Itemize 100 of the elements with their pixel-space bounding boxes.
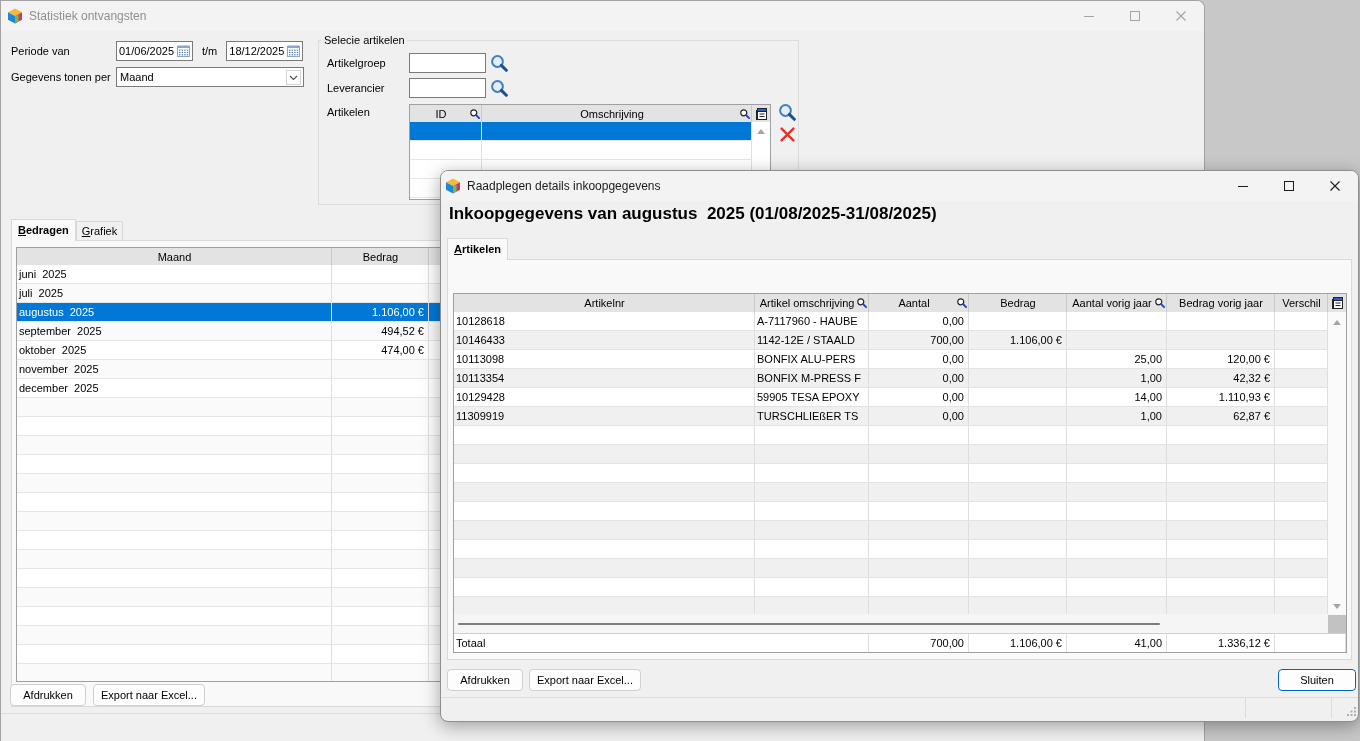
column-header[interactable]: ID — [435, 107, 447, 120]
search-icon[interactable] — [740, 108, 750, 119]
export-button[interactable]: Export naar Excel... — [93, 684, 205, 706]
column-header[interactable]: Maand — [157, 250, 192, 263]
column-header[interactable]: Artikelnr — [584, 297, 625, 309]
up-triangle-icon[interactable] — [757, 129, 765, 134]
table-cell: september 2025 — [17, 322, 332, 340]
export-button[interactable]: Export naar Excel... — [529, 669, 641, 691]
table-cell: 25,00 — [1067, 350, 1167, 368]
table-cell: 1.106,00 € — [332, 303, 429, 321]
table-cell: 0,00 — [869, 350, 969, 368]
chevron-down-icon — [286, 69, 301, 85]
table-cell: 1.336,12 € — [1167, 634, 1275, 652]
table-cell: 1,00 — [1067, 369, 1167, 387]
print-button[interactable]: Afdrukken — [10, 684, 86, 706]
search-icon[interactable] — [491, 79, 508, 97]
table-cell: 120,00 € — [1167, 350, 1275, 368]
column-header[interactable]: Omschrijving — [580, 107, 644, 120]
table-cell: 494,52 € — [332, 322, 429, 340]
calendar-icon[interactable] — [177, 45, 190, 57]
table-cell: 11309919 — [454, 407, 755, 425]
close-icon — [1176, 11, 1186, 21]
up-triangle-icon[interactable] — [1333, 320, 1341, 325]
table-cell: juli 2025 — [17, 284, 332, 302]
close-icon — [1330, 181, 1340, 191]
field-label: Periode van — [11, 45, 70, 57]
table-cell: TURSCHLIEßER TS — [755, 407, 869, 425]
resize-grip-icon[interactable] — [1347, 707, 1356, 716]
table-cell: 700,00 — [869, 634, 969, 652]
table-cell: 41,00 — [1067, 634, 1167, 652]
table-cell: 0,00 — [869, 369, 969, 387]
minimize-icon — [1084, 15, 1094, 17]
field-label: Artikelgroep — [327, 57, 386, 69]
dialog-heading: Inkoopgegevens van augustus 2025 (01/08/2025-31/08/2025) — [449, 203, 937, 225]
window-title: Statistiek ontvangsten — [29, 9, 147, 23]
scrollbar-corner — [1328, 615, 1346, 633]
table-cell: A-7117960 - HAUBE — [755, 312, 869, 330]
table-cell: augustus 2025 — [17, 303, 332, 321]
field-label: t/m — [202, 45, 218, 57]
date-field[interactable]: 01/06/2025 — [116, 41, 193, 61]
print-button[interactable]: Afdrukken — [447, 669, 523, 691]
field-label: Artikelen — [327, 106, 370, 118]
search-icon[interactable] — [470, 108, 480, 119]
app-logo-icon — [7, 8, 23, 24]
table-cell: 1.106,00 € — [969, 634, 1067, 652]
window-title: Raadplegen details inkoopgegevens — [467, 179, 661, 193]
column-header[interactable]: Artikel omschrijving — [759, 297, 855, 309]
table-cell: 1.110,93 € — [1167, 388, 1275, 406]
column-header[interactable]: Aantal — [898, 297, 930, 309]
tab[interactable]: Artikelen — [447, 238, 509, 260]
field-label: Gegevens tonen per — [11, 71, 111, 83]
field-label: Leverancier — [327, 82, 385, 94]
table-cell: 10146433 — [454, 331, 755, 349]
column-header[interactable]: Bedrag — [1000, 297, 1036, 309]
text-field[interactable] — [409, 53, 486, 73]
table-cell: 10113354 — [454, 369, 755, 387]
column-header[interactable]: Bedrag — [362, 250, 399, 263]
down-triangle-icon[interactable] — [1333, 604, 1341, 609]
maximize-icon — [1130, 11, 1140, 21]
table-cell: december 2025 — [17, 379, 332, 397]
vertical-scrollbar[interactable] — [1328, 312, 1346, 614]
table-cell: 1.106,00 € — [969, 331, 1067, 349]
search-icon[interactable] — [857, 298, 867, 308]
table-cell: 59905 TESA EPOXY — [755, 388, 869, 406]
column-header[interactable]: Aantal vorig jaar — [1072, 297, 1152, 309]
dropdown[interactable]: Maand — [116, 67, 304, 87]
column-header[interactable]: Bedrag vorig jaar — [1179, 297, 1263, 309]
search-icon[interactable] — [1155, 298, 1165, 308]
tab[interactable]: Bedragen — [11, 219, 76, 241]
maximize-icon — [1284, 181, 1294, 191]
table-cell: 62,87 € — [1167, 407, 1275, 425]
date-field[interactable]: 18/12/2025 — [226, 41, 304, 61]
total-label: Totaal — [454, 634, 869, 652]
table-cell: 14,00 — [1067, 388, 1167, 406]
scroll-thumb[interactable] — [458, 622, 1160, 625]
table-cell: 10113098 — [454, 350, 755, 368]
table-cell: BONFIX M-PRESS F — [755, 369, 869, 387]
table-cell: 42,32 € — [1167, 369, 1275, 387]
table-cell: 0,00 — [869, 407, 969, 425]
calendar-icon[interactable] — [287, 45, 301, 57]
table-cell: 1,00 — [1067, 407, 1167, 425]
search-icon[interactable] — [779, 104, 796, 121]
close-button[interactable]: Sluiten — [1278, 669, 1356, 691]
table-cell: BONFIX ALU-PERS — [755, 350, 869, 368]
grid-row[interactable] — [410, 122, 752, 141]
table-cell: 700,00 — [869, 331, 969, 349]
search-icon[interactable] — [957, 298, 967, 308]
app-logo-icon — [445, 178, 461, 194]
table-cell: 1142-12E / STAALD — [755, 331, 869, 349]
table-cell: 474,00 € — [332, 341, 429, 359]
search-icon[interactable] — [491, 54, 508, 72]
table-cell: 0,00 — [869, 312, 969, 330]
tab[interactable]: Grafiek — [75, 221, 124, 240]
document-icon[interactable] — [755, 107, 767, 120]
text-field[interactable] — [409, 78, 486, 98]
column-header[interactable]: Verschil — [1282, 297, 1321, 309]
document-icon[interactable] — [1331, 297, 1343, 309]
table-cell: 0,00 — [869, 388, 969, 406]
cross-icon[interactable] — [780, 127, 795, 142]
table-cell: oktober 2025 — [17, 341, 332, 359]
